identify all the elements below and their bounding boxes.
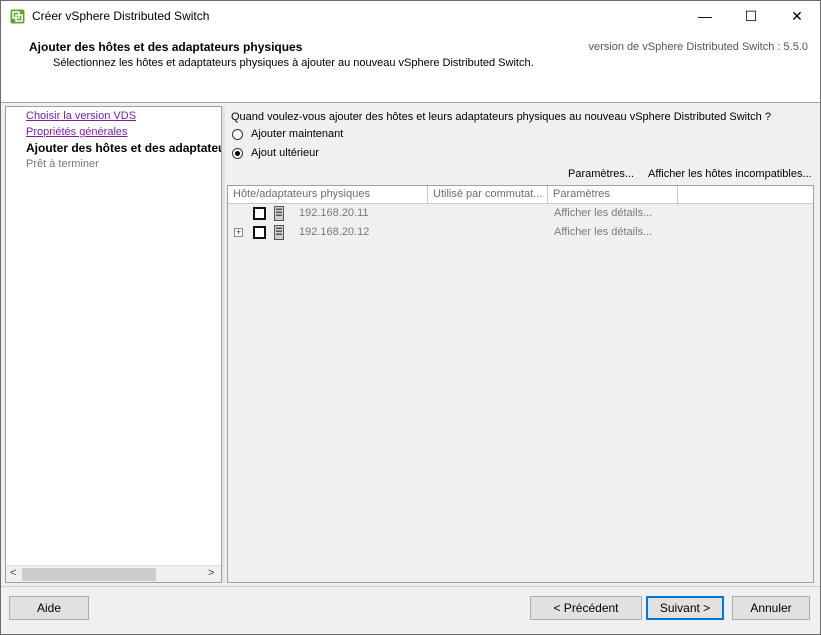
wizard-window: Créer vSphere Distributed Switch — ☐ ✕ A… <box>0 0 821 635</box>
step-subtitle: Sélectionnez les hôtes et adaptateurs ph… <box>53 57 534 69</box>
parameters-link[interactable]: Paramètres... <box>568 168 634 180</box>
host-checkbox[interactable] <box>253 207 266 220</box>
help-button[interactable]: Aide <box>9 596 89 620</box>
question-text: Quand voulez-vous ajouter des hôtes et l… <box>231 111 771 123</box>
hosts-table: Hôte/adaptateurs physiques Utilisé par c… <box>227 185 814 583</box>
option-add-later-label: Ajout ultérieur <box>251 147 319 159</box>
option-add-now[interactable]: Ajouter maintenant <box>232 128 343 140</box>
window-title: Créer vSphere Distributed Switch <box>32 9 210 23</box>
view-details-link[interactable]: Afficher les détails... <box>554 226 652 238</box>
scroll-right-icon[interactable]: > <box>208 567 214 579</box>
nav-item-add-hosts: Ajouter des hôtes et des adaptateurs phy… <box>26 141 221 155</box>
expand-icon[interactable]: + <box>234 228 243 237</box>
close-button[interactable]: ✕ <box>774 1 820 31</box>
radio-add-later[interactable] <box>232 147 243 159</box>
cancel-button[interactable]: Annuler <box>732 596 810 620</box>
maximize-button[interactable]: ☐ <box>728 1 774 31</box>
table-row[interactable]: + 192.168.20.12 Afficher les détails... <box>228 224 813 242</box>
nav-item-ready-to-complete: Prêt à terminer <box>26 158 99 170</box>
table-header: Hôte/adaptateurs physiques Utilisé par c… <box>228 186 813 204</box>
close-icon: ✕ <box>791 7 803 24</box>
scrollbar-thumb[interactable] <box>22 568 156 581</box>
nav-horizontal-scrollbar[interactable]: < > <box>6 565 221 582</box>
table-row[interactable]: 192.168.20.11 Afficher les détails... <box>228 205 813 223</box>
minimize-button[interactable]: — <box>682 1 728 31</box>
radio-add-now[interactable] <box>232 128 243 140</box>
version-label: version de vSphere Distributed Switch : … <box>588 41 808 53</box>
step-title: Ajouter des hôtes et des adaptateurs phy… <box>29 40 303 54</box>
host-ip: 192.168.20.12 <box>299 226 370 238</box>
option-add-later[interactable]: Ajout ultérieur <box>232 147 319 159</box>
nav-item-general-properties[interactable]: Propriétés générales <box>26 126 128 138</box>
view-details-link[interactable]: Afficher les détails... <box>554 207 652 219</box>
host-ip: 192.168.20.11 <box>299 207 369 219</box>
maximize-icon: ☐ <box>744 7 758 24</box>
main-content: Quand voulez-vous ajouter des hôtes et l… <box>225 106 821 583</box>
column-header-host[interactable]: Hôte/adaptateurs physiques <box>228 186 428 204</box>
server-icon <box>274 225 284 240</box>
vsphere-logo-icon <box>10 9 25 24</box>
minimize-icon: — <box>698 8 712 24</box>
wizard-steps-nav: Choisir la version VDS Propriétés généra… <box>5 106 222 583</box>
nav-item-choose-version[interactable]: Choisir la version VDS <box>26 110 136 122</box>
wizard-footer: Aide < Précédent Suivant > Annuler <box>1 586 820 634</box>
title-bar: Créer vSphere Distributed Switch — ☐ ✕ <box>1 1 820 31</box>
server-icon <box>274 206 284 221</box>
scroll-left-icon[interactable]: < <box>10 567 16 579</box>
host-checkbox[interactable] <box>253 226 266 239</box>
column-header-empty <box>678 186 813 204</box>
previous-button[interactable]: < Précédent <box>530 596 642 620</box>
next-button[interactable]: Suivant > <box>646 596 724 620</box>
column-header-used-by[interactable]: Utilisé par commutat... <box>428 186 548 204</box>
wizard-header: Ajouter des hôtes et des adaptateurs phy… <box>1 31 820 103</box>
column-header-settings[interactable]: Paramètres <box>548 186 678 204</box>
option-add-now-label: Ajouter maintenant <box>251 128 344 140</box>
show-incompatible-hosts-link[interactable]: Afficher les hôtes incompatibles... <box>648 168 812 180</box>
